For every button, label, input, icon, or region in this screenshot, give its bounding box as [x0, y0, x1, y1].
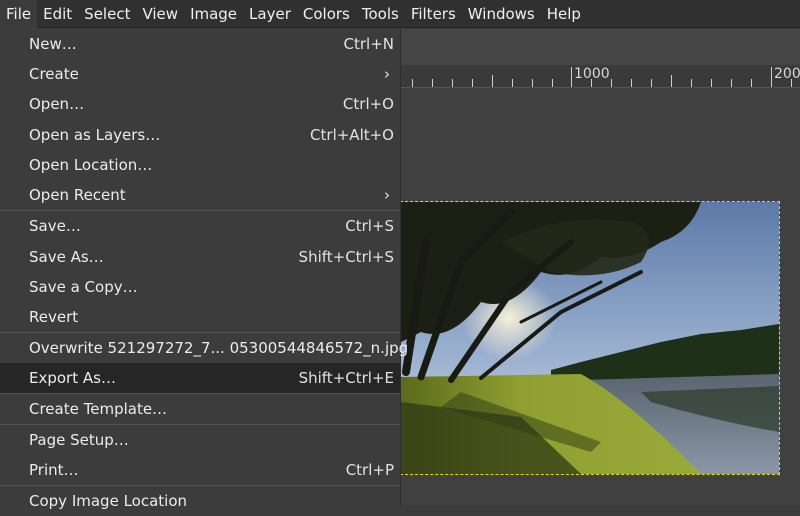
menu-help[interactable]: Help	[541, 0, 587, 28]
file-menu: New… Ctrl+N Create › Open… Ctrl+O Open a…	[0, 29, 408, 510]
menu-item-page-setup[interactable]: Page Setup…	[0, 425, 400, 455]
shortcut: Shift+Ctrl+E	[298, 369, 394, 387]
menubar: File Edit Select View Image Layer Colors…	[0, 0, 800, 28]
shortcut: Ctrl+P	[345, 461, 394, 479]
menu-view[interactable]: View	[136, 0, 184, 28]
horizontal-ruler[interactable]: 1000 200	[400, 65, 800, 88]
menu-item-overwrite[interactable]: Overwrite 521297272_7... 05300544846572_…	[0, 333, 408, 363]
menu-item-save-a-copy[interactable]: Save a Copy…	[0, 272, 400, 302]
shortcut: Ctrl+N	[343, 35, 394, 53]
shortcut: Shift+Ctrl+S	[298, 248, 394, 266]
menu-colors[interactable]: Colors	[297, 0, 356, 28]
shortcut: Ctrl+S	[345, 217, 394, 235]
tool-options-strip	[400, 29, 800, 66]
landscape-photo	[401, 202, 779, 474]
menu-tools[interactable]: Tools	[356, 0, 405, 28]
menu-edit[interactable]: Edit	[37, 0, 78, 28]
ruler-label-2000: 200	[774, 66, 800, 82]
menu-item-print[interactable]: Print… Ctrl+P	[0, 455, 400, 485]
menu-layer[interactable]: Layer	[243, 0, 297, 28]
menu-item-open-as-layers[interactable]: Open as Layers… Ctrl+Alt+O	[0, 120, 400, 150]
menu-item-create[interactable]: Create ›	[0, 59, 400, 89]
menu-filters[interactable]: Filters	[405, 0, 462, 28]
menu-item-open-recent[interactable]: Open Recent ›	[0, 180, 400, 210]
menu-item-new[interactable]: New… Ctrl+N	[0, 29, 400, 59]
menu-item-save-as[interactable]: Save As… Shift+Ctrl+S	[0, 242, 400, 272]
image-canvas[interactable]	[400, 201, 780, 475]
menu-item-open[interactable]: Open… Ctrl+O	[0, 89, 400, 119]
menu-item-open-location[interactable]: Open Location…	[0, 150, 400, 180]
shortcut: Ctrl+O	[342, 95, 394, 113]
submenu-arrow-icon: ›	[384, 65, 390, 83]
menu-item-copy-image-location[interactable]: Copy Image Location	[0, 486, 400, 516]
ruler-label-1000: 1000	[574, 66, 610, 82]
menu-item-create-template[interactable]: Create Template…	[0, 394, 400, 424]
shortcut: Ctrl+Alt+O	[310, 126, 394, 144]
submenu-arrow-icon: ›	[384, 186, 390, 204]
menu-windows[interactable]: Windows	[462, 0, 541, 28]
menu-image[interactable]: Image	[184, 0, 243, 28]
menu-file[interactable]: File	[0, 0, 38, 28]
menu-item-revert[interactable]: Revert	[0, 302, 400, 332]
menu-item-save[interactable]: Save… Ctrl+S	[0, 211, 400, 241]
menu-item-export-as[interactable]: Export As… Shift+Ctrl+E	[0, 363, 400, 393]
menu-select[interactable]: Select	[78, 0, 136, 28]
